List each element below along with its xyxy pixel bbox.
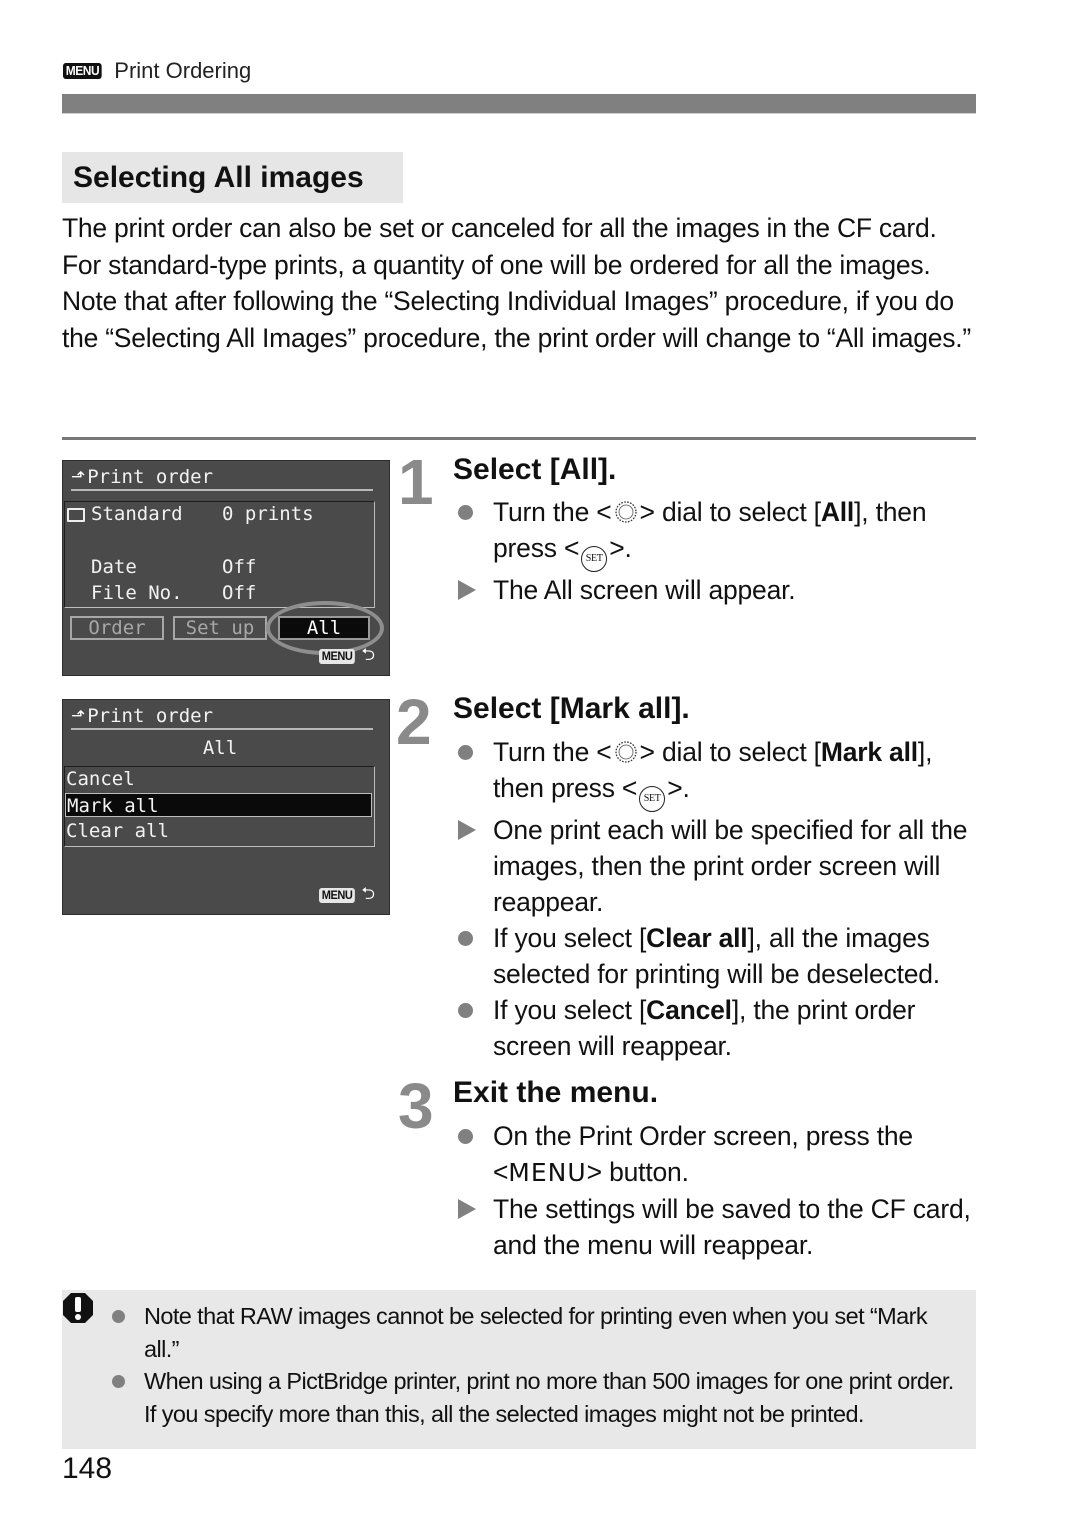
- page-header: MENU Print Ordering: [63, 58, 251, 84]
- caution-item: When using a PictBridge printer, print n…: [112, 1365, 962, 1431]
- step-title: Exit the menu.: [453, 1076, 659, 1109]
- caution-box: Note that RAW images cannot be selected …: [62, 1290, 976, 1449]
- lcd-title: ⬏ Print order: [71, 704, 373, 730]
- header-bar: [62, 94, 976, 114]
- section-title: Selecting All images: [62, 152, 403, 203]
- menu-badge-icon: MENU: [63, 63, 102, 79]
- bullet-dot-icon: [458, 504, 473, 520]
- bullet-dot-icon: [458, 930, 473, 946]
- main-dial-icon: [614, 741, 637, 763]
- lcd-title-text: Print order: [87, 466, 214, 488]
- bullet-dot-icon: [112, 1310, 125, 1323]
- step-title: Select [All].: [453, 453, 617, 486]
- lcd-title-text: Print order: [87, 705, 214, 727]
- menu-button-label: MENU: [508, 1158, 587, 1187]
- divider: [62, 437, 976, 440]
- intro-text: The print order can also be set or cance…: [62, 210, 976, 356]
- option-mark-all[interactable]: Mark all: [65, 793, 372, 817]
- menu-back-hint: MENU ⮌: [319, 881, 375, 910]
- lcd-title: ⬏ Print order: [71, 465, 373, 491]
- step-bullet: On the Print Order screen, press the <ME…: [455, 1118, 980, 1191]
- menu-button-icon: MENU: [319, 649, 356, 664]
- section-name: Print Ordering: [114, 58, 252, 83]
- step-number: 3: [398, 1070, 434, 1142]
- caution-item: Note that RAW images cannot be selected …: [112, 1300, 962, 1366]
- set-button-icon: SET: [639, 786, 666, 812]
- step-result: The settings will be saved to the CF car…: [455, 1191, 980, 1263]
- setting-value: 0 prints: [222, 503, 314, 525]
- caution-icon: [63, 1293, 93, 1323]
- step-number: 1: [398, 446, 434, 518]
- lcd-screen-all: ⬏ Print order All Cancel Mark all Clear …: [62, 699, 390, 915]
- option-clear-all[interactable]: Clear all: [65, 819, 372, 843]
- bullet-dot-icon: [458, 1128, 473, 1144]
- step-body: On the Print Order screen, press the <ME…: [455, 1118, 980, 1263]
- step-result: The All screen will appear.: [455, 572, 980, 608]
- arrow-right-icon: [458, 580, 476, 600]
- intro-paragraph: Note that after following the “Selecting…: [62, 286, 971, 353]
- arrow-right-icon: [458, 820, 476, 840]
- lcd-subtitle: All: [202, 737, 238, 759]
- setting-value: Off: [222, 556, 257, 578]
- menu-button-icon: MENU: [319, 888, 356, 903]
- option-cancel[interactable]: Cancel: [65, 767, 372, 791]
- menu-back-hint: MENU ⮌: [319, 642, 375, 671]
- setting-label: Date: [91, 556, 137, 578]
- standard-print-icon: [67, 508, 85, 522]
- step-body: Turn the < > dial to select [Mark all], t…: [455, 734, 980, 1064]
- print-order-icon: ⬏: [71, 706, 86, 726]
- return-icon: ⮌: [361, 645, 375, 665]
- step-number: 2: [396, 686, 432, 758]
- step-bullet: Turn the < > dial to select [All], then p…: [455, 494, 980, 572]
- step-bullet: If you select [Cancel], the print order …: [455, 992, 980, 1064]
- step-result: One print each will be specified for all…: [455, 812, 980, 920]
- setup-button[interactable]: Set up: [173, 616, 267, 640]
- set-button-icon: SET: [581, 546, 608, 572]
- step-title: Select [Mark all].: [453, 692, 690, 725]
- order-button[interactable]: Order: [70, 616, 164, 640]
- setting-label: Standard: [91, 503, 183, 525]
- arrow-right-icon: [458, 1199, 476, 1219]
- step-body: Turn the < > dial to select [All], then p…: [455, 494, 980, 608]
- print-order-icon: ⬏: [71, 467, 86, 487]
- return-icon: ⮌: [361, 884, 375, 904]
- step-bullet: Turn the < > dial to select [Mark all], t…: [455, 734, 980, 812]
- step-bullet: If you select [Clear all], all the image…: [455, 920, 980, 992]
- setting-label: File No.: [91, 582, 183, 604]
- bullet-dot-icon: [458, 744, 473, 760]
- intro-paragraph: The print order can also be set or cance…: [62, 213, 937, 280]
- page-number: 148: [62, 1452, 113, 1485]
- main-dial-icon: [614, 501, 637, 523]
- lcd-screen-print-order: ⬏ Print order Standard 0 prints Date Off…: [62, 460, 390, 676]
- bullet-dot-icon: [458, 1002, 473, 1018]
- bullet-dot-icon: [112, 1375, 125, 1388]
- setting-value: Off: [222, 582, 257, 604]
